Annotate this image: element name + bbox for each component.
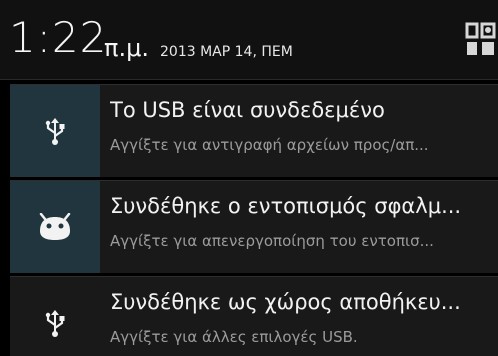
quick-settings-button[interactable]	[463, 20, 498, 64]
usb-icon	[45, 310, 65, 337]
notification-text: Αγγίξτε για αντιγραφή αρχείων προς/απ...	[110, 136, 429, 154]
notification-title: Το USB είναι συνδεδεμένο	[110, 99, 385, 122]
android-debug-icon	[39, 213, 71, 240]
notification-usb-storage[interactable]: Συνδέθηκε ως χώρος αποθήκευ... Αγγίξτε γ…	[10, 276, 498, 356]
notification-title: Συνδέθηκε ο εντοπισμός σφαλμ...	[110, 195, 462, 218]
quick-settings-icon	[465, 22, 496, 55]
usb-icon	[45, 118, 65, 145]
android-screen: 1:22 π.μ. 2013 ΜΑΡ 14, ΠΕΜ Το USB είναι …	[0, 0, 498, 356]
date-label: 2013 ΜΑΡ 14, ΠΕΜ	[160, 44, 293, 60]
notification-title: Συνδέθηκε ως χώρος αποθήκευ...	[110, 291, 461, 314]
clock-time: 1:22	[9, 13, 108, 62]
notification-header: 1:22 π.μ. 2013 ΜΑΡ 14, ΠΕΜ	[0, 0, 498, 80]
notification-icon-panel	[10, 181, 100, 273]
notification-icon-panel	[10, 85, 100, 177]
clock-ampm: π.μ.	[104, 34, 149, 62]
notification-icon-panel	[10, 277, 100, 356]
notification-text: Αγγίξτε για άλλες επιλογές USB.	[110, 328, 358, 346]
notification-usb-debugging[interactable]: Συνδέθηκε ο εντοπισμός σφαλμ... Αγγίξτε …	[10, 180, 498, 273]
notification-text: Αγγίξτε για απενεργοποίηση του εντοπισ..…	[110, 232, 434, 250]
notification-usb-connected[interactable]: Το USB είναι συνδεδεμένο Αγγίξτε για αντ…	[10, 84, 498, 177]
notification-shade: 1:22 π.μ. 2013 ΜΑΡ 14, ΠΕΜ Το USB είναι …	[0, 0, 498, 356]
